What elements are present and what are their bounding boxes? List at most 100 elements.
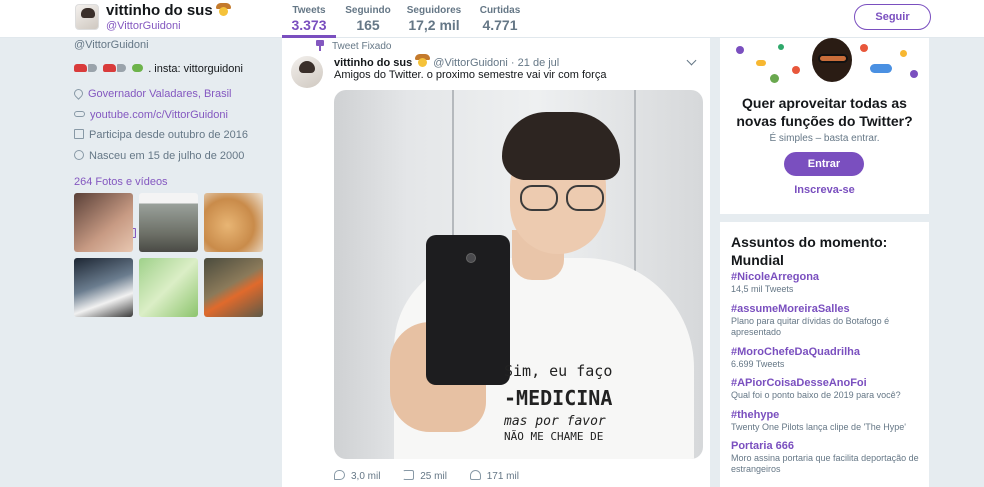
stat-following-value: 165 <box>356 17 380 33</box>
media-thumbnail[interactable] <box>204 193 263 252</box>
location-pin-icon <box>72 87 85 100</box>
tweet-header: vittinho do sus @VittorGuidoni · 21 de j… <box>334 54 559 69</box>
car-emoji-icon <box>103 64 117 72</box>
stat-tweets-value: 3.373 <box>291 17 327 33</box>
photo-phone-camera <box>466 253 476 263</box>
stat-following-label: Seguindo <box>345 5 391 16</box>
nav-avatar[interactable] <box>75 4 99 30</box>
cowboy-emoji-icon <box>415 54 431 67</box>
media-thumbnail[interactable] <box>204 258 263 317</box>
stat-followers-value: 17,2 mil <box>408 17 460 33</box>
speech-bubble-icon <box>870 64 892 73</box>
media-link[interactable]: 264 Fotos e vídeos <box>74 176 168 188</box>
shirt-line: -MEDICINA <box>504 386 613 410</box>
profile-nav-bar: vittinho do sus @VittorGuidoni Tweets 3.… <box>0 0 984 38</box>
promo-title: Quer aproveitar todas as novas funções d… <box>736 95 913 129</box>
stat-followers-label: Seguidores <box>406 5 462 16</box>
trend-name: #MoroChefeDaQuadrilha <box>731 346 860 358</box>
media-thumbnail[interactable] <box>139 193 198 252</box>
trend-name: #NicoleArregona <box>731 271 820 283</box>
trend-description: Qual foi o ponto baixo de 2019 para você… <box>731 390 901 400</box>
pin-icon <box>316 40 324 51</box>
media-thumbnail[interactable] <box>74 193 133 252</box>
car-emoji-icon <box>74 64 87 72</box>
tweet-author-handle[interactable]: @VittorGuidoni <box>433 57 508 69</box>
profile-birthday: Nasceu em 15 de julho de 2000 <box>74 150 244 162</box>
trend-item[interactable]: #thehype Twenty One Pilots lança clipe d… <box>731 409 926 433</box>
media-thumbnail[interactable] <box>139 258 198 317</box>
stat-following[interactable]: Seguindo 165 <box>344 0 392 38</box>
media-thumbnail[interactable] <box>74 258 133 317</box>
trend-description: Plano para quitar dívidas do Botafogo é … <box>731 316 890 337</box>
speaker-emoji-icon <box>88 64 97 72</box>
pinned-tweet[interactable]: Tweet Fixado vittinho do sus @VittorGuid… <box>282 38 710 487</box>
signin-promo: Quer aproveitar todas as novas funções d… <box>720 38 929 214</box>
website-link[interactable]: youtube.com/c/VittorGuidoni <box>90 109 228 121</box>
speaker-emoji-icon <box>117 64 127 72</box>
profile-handle: @VittorGuidoni <box>74 39 149 51</box>
trend-description: 14,5 mil Tweets <box>731 284 794 294</box>
shirt-line: NÃO ME CHAME DE <box>504 430 604 443</box>
promo-character-glasses <box>818 54 848 63</box>
confetti-dot <box>792 66 800 74</box>
shirt-text: Sim, eu faço -MEDICINA mas por favor NÃO… <box>504 362 679 443</box>
link-icon <box>74 111 85 117</box>
trend-name: #APiorCoisaDesseAnoFoi <box>731 377 867 389</box>
photo-glasses <box>566 185 604 211</box>
nav-profile-handle[interactable]: @VittorGuidoni <box>106 20 181 32</box>
reply-count: 3,0 mil <box>351 471 381 482</box>
tweet-date[interactable]: 21 de jul <box>518 57 560 69</box>
trends-title: Assuntos do momento: Mundial <box>731 234 888 268</box>
pinned-label: Tweet Fixado <box>332 41 392 52</box>
login-button[interactable]: Entrar <box>784 152 864 176</box>
stat-followers[interactable]: Seguidores 17,2 mil <box>405 0 463 38</box>
trends-panel: Assuntos do momento: Mundial #NicoleArre… <box>720 222 929 487</box>
trend-description: Moro assina portaria que facilita deport… <box>731 453 919 474</box>
profile-location: Governador Valadares, Brasil <box>72 87 231 100</box>
trend-item[interactable]: #assumeMoreiraSalles Plano para quitar d… <box>731 303 926 338</box>
reply-icon <box>334 470 345 480</box>
confetti-dot <box>756 60 766 66</box>
like-button[interactable]: 171 mil <box>469 470 519 482</box>
shirt-line: mas por favor <box>504 414 606 429</box>
promo-illustration <box>720 38 929 92</box>
location-link[interactable]: Governador Valadares, Brasil <box>88 88 231 100</box>
trend-name: Portaria 666 <box>731 440 794 452</box>
trend-item[interactable]: #MoroChefeDaQuadrilha 6.699 Tweets <box>731 346 926 370</box>
tweet-author-name[interactable]: vittinho do sus <box>334 57 412 69</box>
stat-tweets[interactable]: Tweets 3.373 <box>282 0 336 38</box>
profile-joined: Participa desde outubro de 2016 <box>74 129 248 141</box>
profile-website: youtube.com/c/VittorGuidoni <box>74 109 228 121</box>
bio-text: . insta: vittorguidoni <box>148 63 243 75</box>
stat-likes-label: Curtidas <box>479 5 521 16</box>
signup-link[interactable]: Inscreva-se <box>720 184 929 196</box>
promo-subtitle: É simples – basta entrar. <box>769 133 880 144</box>
balloon-icon <box>74 150 84 160</box>
trend-item[interactable]: #APiorCoisaDesseAnoFoi Qual foi o ponto … <box>731 377 926 401</box>
birthday-text: Nasceu em 15 de julho de 2000 <box>89 150 245 162</box>
tweet-photo[interactable]: Sim, eu faço -MEDICINA mas por favor NÃO… <box>334 90 703 459</box>
photo-hair <box>502 112 620 180</box>
confetti-dot <box>860 44 868 52</box>
tweet-author-avatar[interactable] <box>291 56 323 88</box>
retweet-button[interactable]: 25 mil <box>403 470 447 482</box>
follow-button[interactable]: Seguir <box>854 4 931 30</box>
trend-item[interactable]: Portaria 666 Moro assina portaria que fa… <box>731 440 926 475</box>
media-header: 264 Fotos e vídeos <box>74 176 168 238</box>
tweet-actions: 3,0 mil 25 mil 171 mil <box>334 470 539 482</box>
nav-profile-name[interactable]: vittinho do sus <box>106 2 231 19</box>
stat-likes-value: 4.771 <box>482 17 518 33</box>
confetti-dot <box>910 70 918 78</box>
cowboy-emoji-icon <box>215 3 231 16</box>
reply-button[interactable]: 3,0 mil <box>334 470 380 482</box>
trend-item[interactable]: #NicoleArregona 14,5 mil Tweets <box>731 271 926 295</box>
frog-emoji-icon <box>132 64 144 72</box>
shirt-line: Sim, eu faço <box>504 362 613 380</box>
heart-icon <box>469 470 481 480</box>
trend-description: 6.699 Tweets <box>731 359 785 369</box>
retweet-icon <box>403 470 415 480</box>
retweet-count: 25 mil <box>420 471 447 482</box>
joined-text: Participa desde outubro de 2016 <box>89 129 249 141</box>
chevron-down-icon[interactable] <box>686 55 697 66</box>
stat-likes[interactable]: Curtidas 4.771 <box>477 0 523 38</box>
